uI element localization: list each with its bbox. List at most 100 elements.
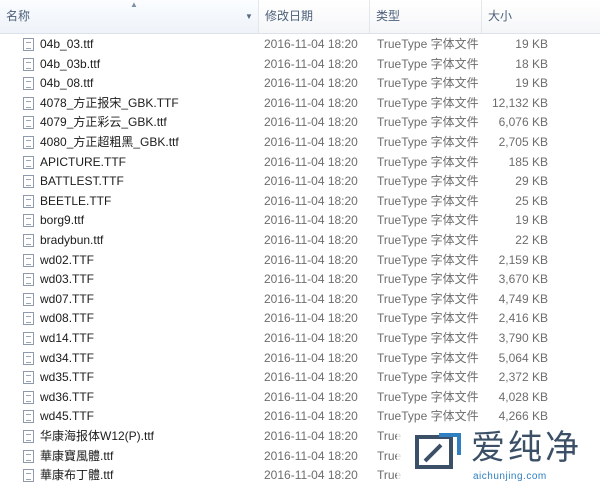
file-date: 2016-11-04 18:20	[264, 95, 358, 110]
file-row[interactable]: wd08.TTF 2016-11-04 18:20 TrueType 字体文件 2,4…	[0, 309, 600, 329]
file-size: 19 KB	[515, 213, 548, 228]
file-size: 2,372 KB	[498, 370, 548, 385]
column-header-type[interactable]: 类型	[370, 0, 482, 33]
column-header-size[interactable]: 大小	[482, 0, 600, 33]
file-row[interactable]: 04b_08.ttf 2016-11-04 18:20 TrueType 字体文件 1…	[0, 74, 600, 94]
file-size: 22 KB	[515, 233, 548, 247]
file-name: wd45.TTF	[40, 409, 95, 424]
file-size: 19 KB	[515, 76, 548, 91]
file-type: TrueType 字体文件	[377, 213, 479, 228]
file-row[interactable]: wd02.TTF 2016-11-04 18:20 TrueType 字体文件 2,1…	[0, 251, 600, 271]
file-size: 29 KB	[515, 174, 548, 189]
file-row[interactable]: 4079_方正彩云_GBK.ttf 2016-11-04 18:20 TrueTyp…	[0, 113, 600, 133]
file-type: TrueType 字体文件	[377, 370, 479, 385]
file-size: 185 KB	[508, 154, 548, 169]
file-type: TrueType 字体文件	[377, 115, 479, 130]
file-name: wd07.TTF	[40, 291, 95, 306]
file-name: BATTLEST.TTF	[40, 174, 124, 189]
file-type: TrueType 字体文件	[377, 350, 479, 365]
file-date: 2016-11-04 18:20	[264, 252, 358, 267]
file-name: wd02.TTF	[40, 252, 95, 267]
file-name: borg9.ttf	[40, 213, 85, 228]
file-size: 18 KB	[515, 56, 548, 71]
column-header-type-label: 类型	[376, 9, 401, 23]
font-file-icon	[23, 312, 34, 326]
file-date: 2016-11-04 18:20	[264, 291, 358, 306]
font-file-icon	[23, 57, 34, 71]
column-header-name-label: 名称	[6, 9, 31, 23]
watermark-logo-icon	[415, 433, 461, 469]
font-file-icon	[23, 136, 34, 149]
file-row[interactable]: wd35.TTF 2016-11-04 18:20 TrueType 字体文件 2,3…	[0, 368, 600, 388]
file-row[interactable]: wd34.TTF 2016-11-04 18:20 TrueType 字体文件 5,0…	[0, 349, 600, 369]
file-row[interactable]: borg9.ttf 2016-11-04 18:20 TrueType 字体文件 19…	[0, 211, 600, 231]
file-row[interactable]: 4078_方正报宋_GBK.TTF 2016-11-04 18:20 TrueTyp…	[0, 94, 600, 114]
file-row[interactable]: 04b_03.ttf 2016-11-04 18:20 TrueType 字体文件 1…	[0, 35, 600, 55]
file-row[interactable]: APICTURE.TTF 2016-11-04 18:20 TrueType 字体文…	[0, 153, 600, 173]
file-date: 2016-11-04 18:20	[264, 429, 358, 443]
file-name: wd34.TTF	[40, 350, 95, 365]
file-row[interactable]: wd07.TTF 2016-11-04 18:20 TrueType 字体文件 4,7…	[0, 290, 600, 310]
file-name: wd35.TTF	[40, 370, 95, 385]
file-name: BEETLE.TTF	[40, 193, 112, 208]
file-size: 4,749 KB	[498, 291, 548, 306]
file-date: 2016-11-04 18:20	[264, 154, 358, 169]
file-type: TrueType 字体文件	[377, 135, 479, 149]
file-size: 4,028 KB	[498, 389, 548, 404]
file-type: TrueType 字体文件	[377, 174, 479, 189]
file-name: 華康布丁體.ttf	[40, 468, 114, 483]
file-date: 2016-11-04 18:20	[264, 350, 358, 365]
file-name: bradybun.ttf	[40, 233, 104, 247]
font-file-icon	[23, 194, 34, 208]
file-type: TrueType 字体文件	[377, 331, 479, 345]
file-date: 2016-11-04 18:20	[264, 233, 358, 247]
file-name: wd08.TTF	[40, 311, 95, 326]
file-type: TrueType 字体文件	[377, 193, 479, 208]
file-row[interactable]: BEETLE.TTF 2016-11-04 18:20 TrueType 字体文件 2…	[0, 192, 600, 212]
file-date: 2016-11-04 18:20	[264, 213, 358, 228]
file-date: 2016-11-04 18:20	[264, 174, 358, 189]
file-row[interactable]: 04b_03b.ttf 2016-11-04 18:20 TrueType 字体文件…	[0, 55, 600, 75]
file-date: 2016-11-04 18:20	[264, 468, 358, 483]
file-row[interactable]: wd03.TTF 2016-11-04 18:20 TrueType 字体文件 3,6…	[0, 270, 600, 290]
file-size: 5,064 KB	[498, 350, 548, 365]
file-date: 2016-11-04 18:20	[264, 389, 358, 404]
file-size: 6,076 KB	[498, 115, 548, 130]
file-size: 3,790 KB	[498, 331, 548, 345]
column-header-date[interactable]: 修改日期	[259, 0, 370, 33]
font-file-icon	[23, 410, 34, 424]
file-row[interactable]: bradybun.ttf 2016-11-04 18:20 TrueType 字体文…	[0, 231, 600, 251]
file-size: 25 KB	[515, 193, 548, 208]
file-type: TrueType 字体文件	[377, 389, 479, 404]
font-file-icon	[23, 332, 34, 345]
font-file-icon	[23, 175, 34, 189]
watermark-url: aichunjing.com	[473, 471, 547, 482]
file-date: 2016-11-04 18:20	[264, 272, 358, 287]
chevron-down-icon[interactable]: ▼	[245, 12, 253, 22]
file-name: 4080_方正超粗黑_GBK.ttf	[40, 135, 179, 149]
font-file-icon	[23, 77, 34, 91]
file-type: TrueType 字体文件	[377, 37, 479, 51]
file-name: 4079_方正彩云_GBK.ttf	[40, 115, 167, 130]
file-size: 2,159 KB	[498, 252, 548, 267]
file-date: 2016-11-04 18:20	[264, 193, 358, 208]
file-date: 2016-11-04 18:20	[264, 311, 358, 326]
file-date: 2016-11-04 18:20	[264, 76, 358, 91]
file-date: 2016-11-04 18:20	[264, 135, 358, 149]
file-date: 2016-11-04 18:20	[264, 37, 358, 51]
font-file-icon	[23, 253, 34, 267]
file-row[interactable]: wd36.TTF 2016-11-04 18:20 TrueType 字体文件 4,0…	[0, 388, 600, 408]
font-file-icon	[23, 116, 34, 130]
font-file-icon	[23, 351, 34, 365]
font-file-icon	[23, 155, 34, 169]
file-name: wd03.TTF	[40, 272, 95, 287]
file-row[interactable]: wd14.TTF 2016-11-04 18:20 TrueType 字体文件 3,7…	[0, 329, 600, 349]
font-file-icon	[23, 273, 34, 287]
file-row[interactable]: BATTLEST.TTF 2016-11-04 18:20 TrueType 字体文…	[0, 172, 600, 192]
file-type: TrueType 字体文件	[377, 252, 479, 267]
file-type: TrueType 字体文件	[377, 272, 479, 287]
column-header-name[interactable]: 名称 ▲ ▼	[0, 0, 259, 33]
file-row[interactable]: 4080_方正超粗黑_GBK.ttf 2016-11-04 18:20 TrueTy…	[0, 133, 600, 153]
font-file-icon	[23, 234, 34, 247]
file-name: wd36.TTF	[40, 389, 95, 404]
